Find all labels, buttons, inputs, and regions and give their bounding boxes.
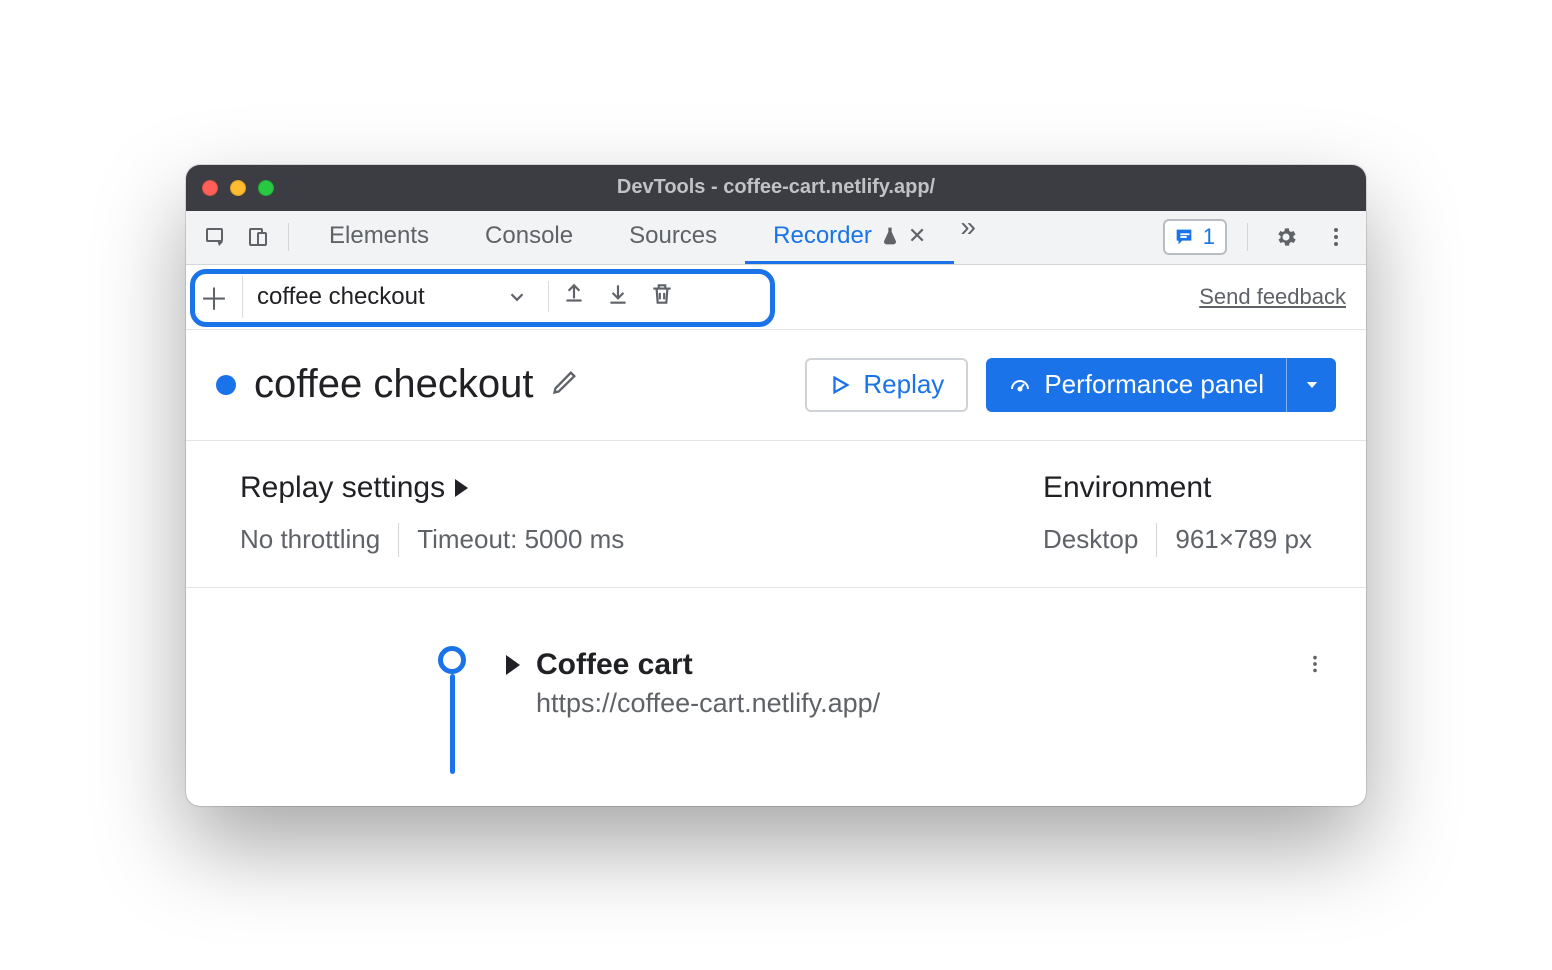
tab-list: Elements Console Sources Recorder ✕ » (301, 211, 976, 264)
device-toolbar-icon[interactable] (240, 219, 276, 255)
recording-select[interactable]: coffee checkout (242, 276, 542, 318)
titlebar: DevTools - coffee-cart.netlify.app/ (186, 165, 1366, 211)
performance-button[interactable]: Performance panel (986, 358, 1286, 412)
window-title: DevTools - coffee-cart.netlify.app/ (186, 176, 1366, 199)
chevron-right-icon[interactable] (506, 655, 520, 675)
divider (1156, 523, 1157, 557)
kebab-menu-icon[interactable] (1318, 219, 1354, 255)
environment-settings: Environment Desktop 961×789 px (1043, 471, 1312, 557)
send-feedback-link[interactable]: Send feedback (1199, 284, 1346, 310)
import-icon[interactable] (605, 281, 631, 312)
tab-sources[interactable]: Sources (601, 211, 745, 264)
recording-title: coffee checkout (254, 362, 533, 407)
issues-badge[interactable]: 1 (1163, 219, 1227, 255)
steps-panel: Coffee cart https://coffee-cart.netlify.… (186, 588, 1366, 806)
replay-label: Replay (863, 369, 944, 400)
replay-settings-heading: Replay settings (240, 471, 445, 505)
viewport-value: 961×789 px (1175, 524, 1312, 555)
step-url: https://coffee-cart.netlify.app/ (536, 688, 1326, 719)
step-menu-icon[interactable] (1304, 650, 1326, 682)
chevron-down-icon (1303, 376, 1321, 394)
settings-row: Replay settings No throttling Timeout: 5… (186, 441, 1366, 588)
performance-button-group: Performance panel (986, 358, 1336, 412)
devtools-window: DevTools - coffee-cart.netlify.app/ Elem… (186, 165, 1366, 806)
divider (398, 523, 399, 557)
step-item[interactable]: Coffee cart https://coffee-cart.netlify.… (506, 648, 1326, 719)
divider (288, 223, 289, 251)
message-icon (1173, 226, 1195, 248)
gauge-icon (1008, 373, 1032, 397)
more-tabs-icon[interactable]: » (960, 211, 976, 264)
device-value: Desktop (1043, 524, 1138, 555)
settings-icon[interactable] (1268, 219, 1304, 255)
minimize-icon[interactable] (230, 180, 246, 196)
recording-header: coffee checkout Replay Performance panel (186, 330, 1366, 441)
step-node-icon (438, 646, 466, 674)
throttling-value: No throttling (240, 524, 380, 555)
tab-recorder[interactable]: Recorder ✕ (745, 211, 954, 264)
inspect-element-icon[interactable] (198, 219, 234, 255)
traffic-lights (202, 180, 274, 196)
delete-icon[interactable] (649, 281, 675, 312)
flask-icon (880, 226, 900, 246)
recorder-toolbar: ＋ coffee checkout Send feedback (186, 265, 1366, 330)
status-dot-icon (216, 375, 236, 395)
performance-label: Performance panel (1044, 369, 1264, 400)
devtools-tabs: Elements Console Sources Recorder ✕ » 1 (186, 211, 1366, 265)
issues-count: 1 (1203, 224, 1215, 250)
tab-elements[interactable]: Elements (301, 211, 457, 264)
recording-actions (548, 281, 675, 312)
divider (1247, 223, 1248, 251)
step-title: Coffee cart (536, 648, 693, 682)
replay-button[interactable]: Replay (805, 358, 968, 412)
performance-dropdown[interactable] (1286, 358, 1336, 412)
edit-title-icon[interactable] (551, 368, 579, 401)
tab-recorder-label: Recorder (773, 222, 872, 250)
chevron-right-icon (455, 479, 468, 497)
new-recording-button[interactable]: ＋ (196, 275, 232, 319)
recording-select-value: coffee checkout (257, 283, 425, 311)
export-icon[interactable] (561, 281, 587, 312)
environment-heading: Environment (1043, 471, 1312, 505)
zoom-icon[interactable] (258, 180, 274, 196)
replay-settings[interactable]: Replay settings No throttling Timeout: 5… (240, 471, 624, 557)
step-connector (450, 674, 455, 774)
tab-console[interactable]: Console (457, 211, 601, 264)
timeout-value: Timeout: 5000 ms (417, 524, 624, 555)
close-tab-icon[interactable]: ✕ (908, 223, 926, 249)
chevron-down-icon (506, 286, 528, 308)
close-icon[interactable] (202, 180, 218, 196)
play-icon (829, 374, 851, 396)
